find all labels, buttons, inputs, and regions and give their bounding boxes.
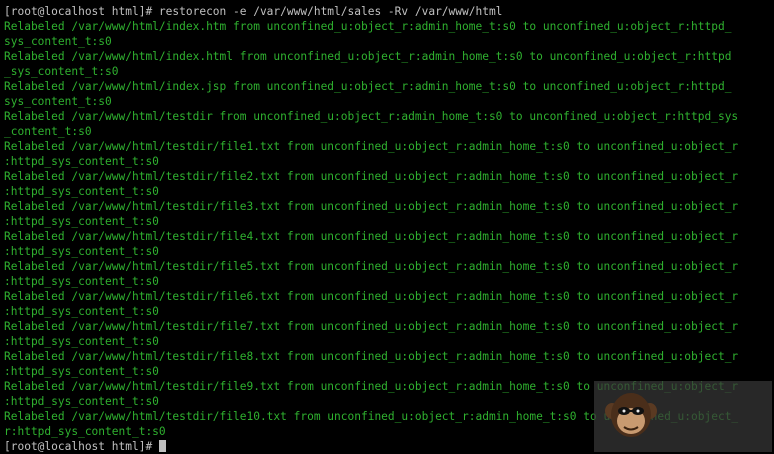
- output-line: Relabeled /var/www/html/testdir/file7.tx…: [4, 319, 772, 334]
- line-text: Relabeled /var/www/html/index.jsp from u…: [4, 80, 732, 93]
- line-text: sys_content_t:s0: [4, 95, 112, 108]
- line-text: :httpd_sys_content_t:s0: [4, 245, 159, 258]
- line-text: Relabeled /var/www/html/testdir/file3.tx…: [4, 200, 739, 213]
- line-text: :httpd_sys_content_t:s0: [4, 395, 159, 408]
- output-line: Relabeled /var/www/html/testdir/file6.tx…: [4, 289, 772, 304]
- line-text: Relabeled /var/www/html/testdir/file2.tx…: [4, 170, 739, 183]
- cursor[interactable]: [158, 440, 166, 452]
- output-line: :httpd_sys_content_t:s0: [4, 214, 772, 229]
- output-line: _sys_content_t:s0: [4, 64, 772, 79]
- monkey-face-icon: [605, 393, 657, 437]
- output-line: Relabeled /var/www/html/testdir/file1.tx…: [4, 139, 772, 154]
- line-text: Relabeled /var/www/html/index.html from …: [4, 50, 732, 63]
- output-line: :httpd_sys_content_t:s0: [4, 334, 772, 349]
- line-text: Relabeled /var/www/html/testdir/file5.tx…: [4, 260, 739, 273]
- line-text: :httpd_sys_content_t:s0: [4, 275, 159, 288]
- line-text: Relabeled /var/www/html/testdir/file6.tx…: [4, 290, 739, 303]
- output-line: sys_content_t:s0: [4, 34, 772, 49]
- line-text: [root@localhost html]# restorecon -e /va…: [4, 5, 503, 18]
- output-line: Relabeled /var/www/html/index.htm from u…: [4, 19, 772, 34]
- terminal-window[interactable]: [root@localhost html]# restorecon -e /va…: [0, 0, 774, 454]
- line-text: :httpd_sys_content_t:s0: [4, 365, 159, 378]
- line-text: :httpd_sys_content_t:s0: [4, 155, 159, 168]
- output-line: Relabeled /var/www/html/index.html from …: [4, 49, 772, 64]
- output-line: :httpd_sys_content_t:s0: [4, 154, 772, 169]
- line-text: sys_content_t:s0: [4, 35, 112, 48]
- line-text: Relabeled /var/www/html/testdir/file7.tx…: [4, 320, 739, 333]
- output-line: Relabeled /var/www/html/testdir from unc…: [4, 109, 772, 124]
- output-line: Relabeled /var/www/html/testdir/file8.tx…: [4, 349, 772, 364]
- line-text: Relabeled /var/www/html/testdir from unc…: [4, 110, 739, 123]
- output-line: Relabeled /var/www/html/testdir/file2.tx…: [4, 169, 772, 184]
- output-line: Relabeled /var/www/html/testdir/file3.tx…: [4, 199, 772, 214]
- prompt-line: [root@localhost html]# restorecon -e /va…: [4, 4, 772, 19]
- line-text: Relabeled /var/www/html/testdir/file8.tx…: [4, 350, 739, 363]
- output-line: Relabeled /var/www/html/testdir/file5.tx…: [4, 259, 772, 274]
- line-text: Relabeled /var/www/html/testdir/file4.tx…: [4, 230, 739, 243]
- output-line: Relabeled /var/www/html/testdir/file4.tx…: [4, 229, 772, 244]
- watermark: [594, 381, 772, 452]
- line-text: :httpd_sys_content_t:s0: [4, 335, 159, 348]
- output-line: sys_content_t:s0: [4, 94, 772, 109]
- output-line: :httpd_sys_content_t:s0: [4, 184, 772, 199]
- output-line: :httpd_sys_content_t:s0: [4, 244, 772, 259]
- line-text: _content_t:s0: [4, 125, 92, 138]
- line-text: Relabeled /var/www/html/testdir/file1.tx…: [4, 140, 739, 153]
- line-text: r:httpd_sys_content_t:s0: [4, 425, 166, 438]
- output-line: _content_t:s0: [4, 124, 772, 139]
- output-line: :httpd_sys_content_t:s0: [4, 304, 772, 319]
- output-line: :httpd_sys_content_t:s0: [4, 364, 772, 379]
- line-text: :httpd_sys_content_t:s0: [4, 215, 159, 228]
- line-text: _sys_content_t:s0: [4, 65, 119, 78]
- line-text: :httpd_sys_content_t:s0: [4, 305, 159, 318]
- output-line: Relabeled /var/www/html/index.jsp from u…: [4, 79, 772, 94]
- line-text: :httpd_sys_content_t:s0: [4, 185, 159, 198]
- line-text: Relabeled /var/www/html/index.htm from u…: [4, 20, 732, 33]
- output-line: :httpd_sys_content_t:s0: [4, 274, 772, 289]
- line-text: [root@localhost html]#: [4, 440, 159, 453]
